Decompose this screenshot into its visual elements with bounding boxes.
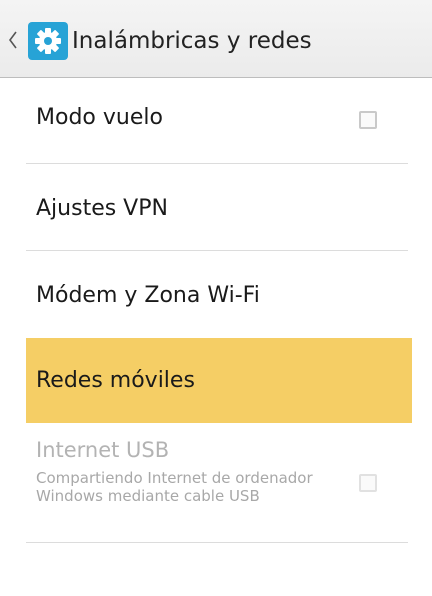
list-item-tethering-hotspot[interactable]: Módem y Zona Wi-Fi (0, 251, 432, 338)
list-item-label: Internet USB (36, 438, 170, 462)
list-item-mobile-networks[interactable]: Redes móviles (26, 338, 412, 423)
list-item-summary: Compartiendo Internet de ordenador Windo… (36, 469, 313, 505)
settings-gear-icon (28, 22, 68, 60)
airplane-mode-checkbox[interactable] (359, 111, 377, 129)
list-item-label: Ajustes VPN (36, 196, 168, 221)
list-item-label: Modo vuelo (36, 105, 163, 130)
list-item-airplane-mode[interactable]: Modo vuelo (0, 78, 432, 164)
list-item-label: Módem y Zona Wi-Fi (36, 283, 260, 308)
usb-tethering-checkbox (359, 474, 377, 492)
list-item-vpn-settings[interactable]: Ajustes VPN (0, 164, 432, 251)
action-bar: Inalámbricas y redes (0, 0, 432, 78)
list-item-label: Redes móviles (36, 368, 195, 393)
chevron-left-icon (9, 31, 17, 49)
settings-screen: Inalámbricas y redes Modo vuelo Ajustes … (0, 0, 432, 596)
list-item-usb-tethering: Internet USB Compartiendo Internet de or… (0, 423, 432, 543)
up-navigation-button[interactable] (6, 20, 68, 60)
settings-list: Modo vuelo Ajustes VPN Módem y Zona Wi-F… (0, 78, 432, 543)
page-title: Inalámbricas y redes (72, 28, 312, 54)
divider (26, 542, 408, 543)
